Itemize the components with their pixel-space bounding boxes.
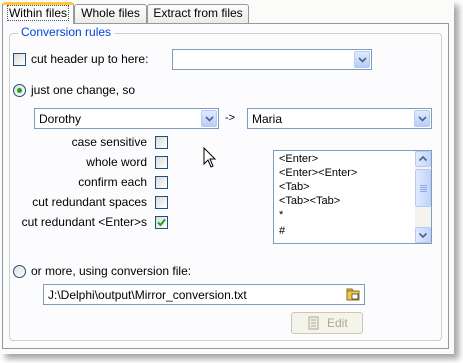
cut-enters-label: cut redundant <Enter>s [21,215,147,229]
from-value: Dorothy [39,112,82,126]
case-sensitive-checkbox[interactable] [155,136,168,149]
confirm-each-label: confirm each [78,175,147,189]
scroll-up-button[interactable] [415,151,431,167]
tab-label: Whole files [81,6,140,20]
cut-enters-checkbox[interactable] [155,216,168,229]
tab-panel: Conversion rules cut header up to here: … [2,23,449,349]
conversion-file-label: or more, using conversion file: [31,264,192,278]
chevron-down-icon[interactable] [414,110,430,127]
tab-label: Within files [6,5,69,21]
case-sensitive-label: case sensitive [71,135,147,149]
cut-header-combo[interactable] [172,49,372,70]
conversion-file-input[interactable]: J:\Delphi\output\Mirror_conversion.txt [43,284,365,305]
scroll-thumb[interactable] [415,169,431,207]
whole-word-label: whole word [86,155,147,169]
list-item[interactable]: * [279,209,283,221]
special-chars-list[interactable]: <Enter> <Enter><Enter> <Tab> <Tab><Tab> … [273,150,432,244]
cut-spaces-checkbox[interactable] [155,196,168,209]
chevron-down-icon [418,232,428,239]
whole-word-checkbox[interactable] [155,156,168,169]
list-item[interactable]: <Enter> [279,153,318,165]
open-folder-icon[interactable] [346,287,361,302]
tab-label: Extract from files [153,6,243,20]
to-value: Maria [252,112,283,126]
checkmark-icon [157,218,166,227]
group-title: Conversion rules [18,25,115,39]
confirm-each-checkbox[interactable] [155,176,168,189]
conversion-file-radio[interactable] [13,265,26,278]
list-scrollbar[interactable] [415,151,431,243]
one-change-label: just one change, so [31,83,136,97]
tab-extract-from-files[interactable]: Extract from files [147,4,249,23]
list-item[interactable]: <Tab> [279,181,310,193]
chevron-down-icon[interactable] [201,110,217,127]
to-combo[interactable]: Maria [247,108,432,129]
conversion-file-path: J:\Delphi\output\Mirror_conversion.txt [48,288,247,302]
chevron-up-icon [418,155,428,162]
chevron-down-icon[interactable] [354,51,370,68]
edit-file-icon [308,316,319,330]
cut-header-label: cut header up to here: [31,52,149,66]
list-item[interactable]: <Enter><Enter> [279,167,357,179]
tab-whole-files[interactable]: Whole files [74,4,147,23]
edit-button[interactable]: Edit [291,312,363,334]
list-item[interactable]: <Tab><Tab> [279,195,340,207]
arrow-text: -> [225,112,236,124]
dialog-window: Within files Whole files Extract from fi… [0,0,454,354]
edit-button-label: Edit [327,316,348,330]
cut-header-checkbox[interactable] [13,53,26,66]
one-change-radio[interactable] [13,84,26,97]
cut-spaces-label: cut redundant spaces [32,195,147,209]
list-item[interactable]: # [279,225,285,237]
from-combo[interactable]: Dorothy [34,108,219,129]
mouse-cursor-icon [203,147,217,168]
radio-selected-dot [17,88,22,93]
tab-within-files[interactable]: Within files [2,2,74,24]
scroll-down-button[interactable] [415,227,431,243]
